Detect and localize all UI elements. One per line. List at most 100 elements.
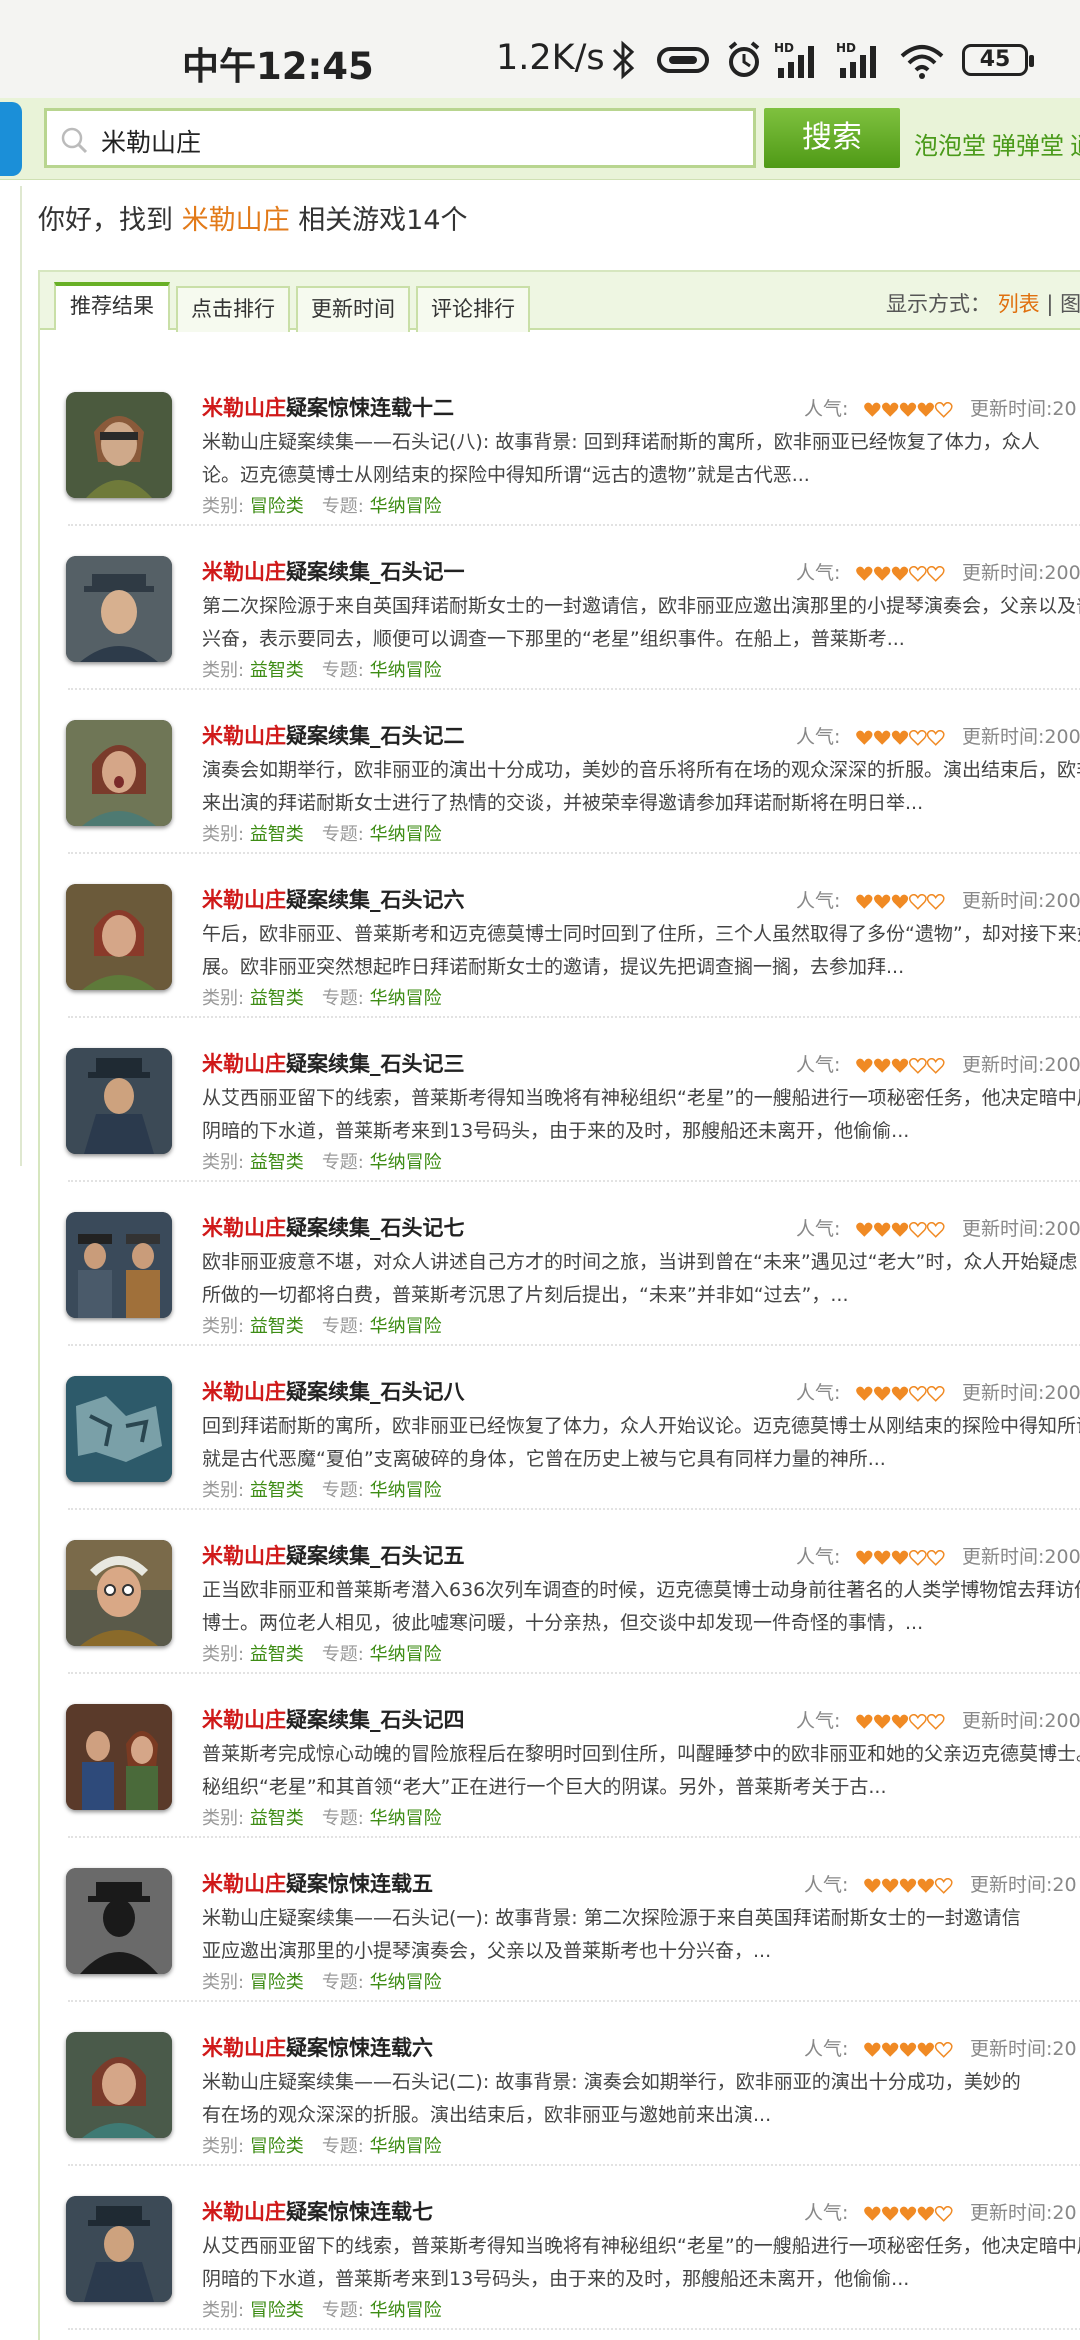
- category-link[interactable]: 益智类: [250, 1152, 304, 1173]
- game-thumbnail[interactable]: [66, 2032, 172, 2138]
- left-sidebar-edge: [0, 186, 22, 1166]
- topic-link[interactable]: 华纳冒险: [370, 660, 442, 681]
- title-rest: 疑案续集_石头记一: [286, 560, 465, 584]
- update-label: 更新时间:: [962, 1054, 1045, 1076]
- category-link[interactable]: 冒险类: [250, 496, 304, 517]
- game-title-link[interactable]: 米勒山庄疑案惊悚连载六: [202, 2032, 433, 2062]
- result-item[interactable]: 米勒山庄疑案续集_石头记五 人气: 更新时间:200 正当欧非丽亚和普莱斯考潜入636…: [40, 1510, 1080, 1674]
- popularity: 人气:: [804, 2198, 964, 2225]
- header: 米勒山庄 搜索 泡泡堂 弹弹堂 逍: [0, 98, 1080, 180]
- popularity-label: 人气:: [796, 562, 841, 584]
- game-thumbnail[interactable]: [66, 392, 172, 498]
- game-meta: 类别: 益智类 专题: 华纳冒险: [202, 656, 460, 682]
- game-thumbnail[interactable]: [66, 1704, 172, 1810]
- topic-label: 专题:: [321, 1972, 364, 1993]
- topic-link[interactable]: 华纳冒险: [370, 2300, 442, 2321]
- tab-clicks[interactable]: 点击排行: [176, 286, 290, 332]
- category-link[interactable]: 益智类: [250, 824, 304, 845]
- game-thumbnail[interactable]: [66, 556, 172, 662]
- game-title-link[interactable]: 米勒山庄疑案续集_石头记六: [202, 884, 465, 914]
- topic-link[interactable]: 华纳冒险: [370, 1152, 442, 1173]
- category-label: 类别:: [202, 660, 245, 681]
- description-line-2: 就是古代恶魔“夏伯”支离破碎的身体，它曾在历史上被与它具有同样力量的神所...: [202, 1448, 886, 1470]
- search-button[interactable]: 搜索: [764, 108, 900, 168]
- result-item[interactable]: 米勒山庄疑案惊悚连载六 人气: 更新时间:20 米勒山庄疑案续集——石头记(二): 故…: [40, 2002, 1080, 2166]
- rating-hearts: [864, 2041, 953, 2058]
- nav-link-paopaotang[interactable]: 泡泡堂: [914, 126, 986, 161]
- game-thumbnail[interactable]: [66, 1212, 172, 1318]
- category-link[interactable]: 冒险类: [250, 1972, 304, 1993]
- game-thumbnail[interactable]: [66, 1048, 172, 1154]
- category-link[interactable]: 益智类: [250, 1316, 304, 1337]
- search-input[interactable]: 米勒山庄: [44, 108, 756, 168]
- popularity: 人气:: [804, 394, 964, 421]
- result-item[interactable]: 米勒山庄疑案续集_石头记七 人气: 更新时间:200 欧非丽亚疲意不堪，对众人讲述自己…: [40, 1182, 1080, 1346]
- result-item[interactable]: 米勒山庄疑案续集_石头记八 人气: 更新时间:200 回到拜诺耐斯的寓所，欧非丽亚已经…: [40, 1346, 1080, 1510]
- game-thumbnail[interactable]: [66, 1376, 172, 1482]
- game-title-link[interactable]: 米勒山庄疑案续集_石头记一: [202, 556, 465, 586]
- status-bar: 中午12:45 1.2K/s HD HD 45: [0, 0, 1080, 98]
- popularity-label: 人气:: [796, 1218, 841, 1240]
- game-title-link[interactable]: 米勒山庄疑案惊悚连载五: [202, 1868, 433, 1898]
- result-item[interactable]: 米勒山庄疑案惊悚连载五 人气: 更新时间:20 米勒山庄疑案续集——石头记(一): 故…: [40, 1838, 1080, 2002]
- result-item[interactable]: 米勒山庄疑案续集_石头记四 人气: 更新时间:200 普莱斯考完成惊心动魄的冒险旅程后…: [40, 1674, 1080, 1838]
- search-query: 米勒山庄: [101, 128, 202, 157]
- game-title-link[interactable]: 米勒山庄疑案续集_石头记五: [202, 1540, 465, 1570]
- topic-link[interactable]: 华纳冒险: [370, 496, 442, 517]
- category-link[interactable]: 益智类: [250, 1808, 304, 1829]
- category-link[interactable]: 冒险类: [250, 2300, 304, 2321]
- game-title-link[interactable]: 米勒山庄疑案续集_石头记二: [202, 720, 465, 750]
- game-title-link[interactable]: 米勒山庄疑案续集_石头记八: [202, 1376, 465, 1406]
- result-item[interactable]: 米勒山庄疑案续集_石头记六 人气: 更新时间:200 午后，欧非丽亚、普莱斯考和迈克德…: [40, 854, 1080, 1018]
- update-value: 200: [1044, 1054, 1080, 1076]
- popularity: 人气:: [796, 1378, 956, 1405]
- popularity-label: 人气:: [796, 1054, 841, 1076]
- tab-bar: 推荐结果 点击排行 更新时间 评论排行 显示方式： 列表 | 图: [40, 272, 1080, 332]
- game-thumbnail[interactable]: [66, 1540, 172, 1646]
- game-title-link[interactable]: 米勒山庄疑案惊悚连载七: [202, 2196, 433, 2226]
- tab-recommended[interactable]: 推荐结果: [54, 282, 170, 330]
- game-title-link[interactable]: 米勒山庄疑案续集_石头记四: [202, 1704, 465, 1734]
- game-thumbnail[interactable]: [66, 884, 172, 990]
- topic-link[interactable]: 华纳冒险: [370, 1480, 442, 1501]
- result-item[interactable]: 米勒山庄疑案续集_石头记三 人气: 更新时间:200 从艾西丽亚留下的线索，普莱斯考得…: [40, 1018, 1080, 1182]
- category-link[interactable]: 益智类: [250, 988, 304, 1009]
- nav-link-dandantang[interactable]: 弹弹堂: [992, 126, 1064, 161]
- topic-label: 专题:: [321, 988, 364, 1009]
- topic-link[interactable]: 华纳冒险: [370, 988, 442, 1009]
- game-title-link[interactable]: 米勒山庄疑案续集_石头记三: [202, 1048, 465, 1078]
- tab-comments[interactable]: 评论排行: [416, 286, 530, 332]
- category-link[interactable]: 益智类: [250, 660, 304, 681]
- topic-link[interactable]: 华纳冒险: [370, 1644, 442, 1665]
- game-thumbnail[interactable]: [66, 2196, 172, 2302]
- tab-updated[interactable]: 更新时间: [296, 286, 410, 332]
- game-title-link[interactable]: 米勒山庄疑案续集_石头记七: [202, 1212, 465, 1242]
- summary-suffix: 相关游戏14个: [298, 205, 468, 236]
- topic-link[interactable]: 华纳冒险: [370, 1316, 442, 1337]
- game-meta: 类别: 冒险类 专题: 华纳冒险: [202, 2132, 460, 2158]
- result-item[interactable]: 米勒山庄疑案惊悚连载七 人气: 更新时间:20 从艾西丽亚留下的线索，普莱斯考得知当晚…: [40, 2166, 1080, 2330]
- display-list[interactable]: 列表: [998, 292, 1040, 316]
- result-item[interactable]: 米勒山庄疑案续集_石头记一 人气: 更新时间:200 第二次探险源于来自英国拜诺耐斯女…: [40, 526, 1080, 690]
- game-thumbnail[interactable]: [66, 1868, 172, 1974]
- nav-link-more[interactable]: 逍: [1070, 126, 1080, 161]
- topic-label: 专题:: [321, 660, 364, 681]
- category-link[interactable]: 益智类: [250, 1644, 304, 1665]
- category-label: 类别:: [202, 1316, 245, 1337]
- category-link[interactable]: 冒险类: [250, 2136, 304, 2157]
- result-item[interactable]: 米勒山庄疑案惊悚连载十二 人气: 更新时间:20 米勒山庄疑案续集——石头记(八): …: [40, 362, 1080, 526]
- result-item[interactable]: 米勒山庄疑案续集_石头记二 人气: 更新时间:200 演奏会如期举行，欧非丽亚的演出十…: [40, 690, 1080, 854]
- topic-link[interactable]: 华纳冒险: [370, 1808, 442, 1829]
- site-logo[interactable]: [0, 102, 22, 176]
- display-grid[interactable]: 图: [1060, 292, 1080, 316]
- topic-link[interactable]: 华纳冒险: [370, 2136, 442, 2157]
- game-title-link[interactable]: 米勒山庄疑案惊悚连载十二: [202, 392, 454, 422]
- update-time: 更新时间:200: [962, 1706, 1080, 1733]
- game-description: 第二次探险源于来自英国拜诺耐斯女士的一封邀请信，欧非丽亚应邀出演那里的小提琴演奏…: [202, 590, 1080, 656]
- game-description: 正当欧非丽亚和普莱斯考潜入636次列车调查的时候，迈克德莫博士动身前往著名的人类…: [202, 1574, 1080, 1640]
- game-thumbnail[interactable]: [66, 720, 172, 826]
- topic-link[interactable]: 华纳冒险: [370, 1972, 442, 1993]
- category-link[interactable]: 益智类: [250, 1480, 304, 1501]
- topic-link[interactable]: 华纳冒险: [370, 824, 442, 845]
- title-keyword: 米勒山庄: [202, 560, 286, 584]
